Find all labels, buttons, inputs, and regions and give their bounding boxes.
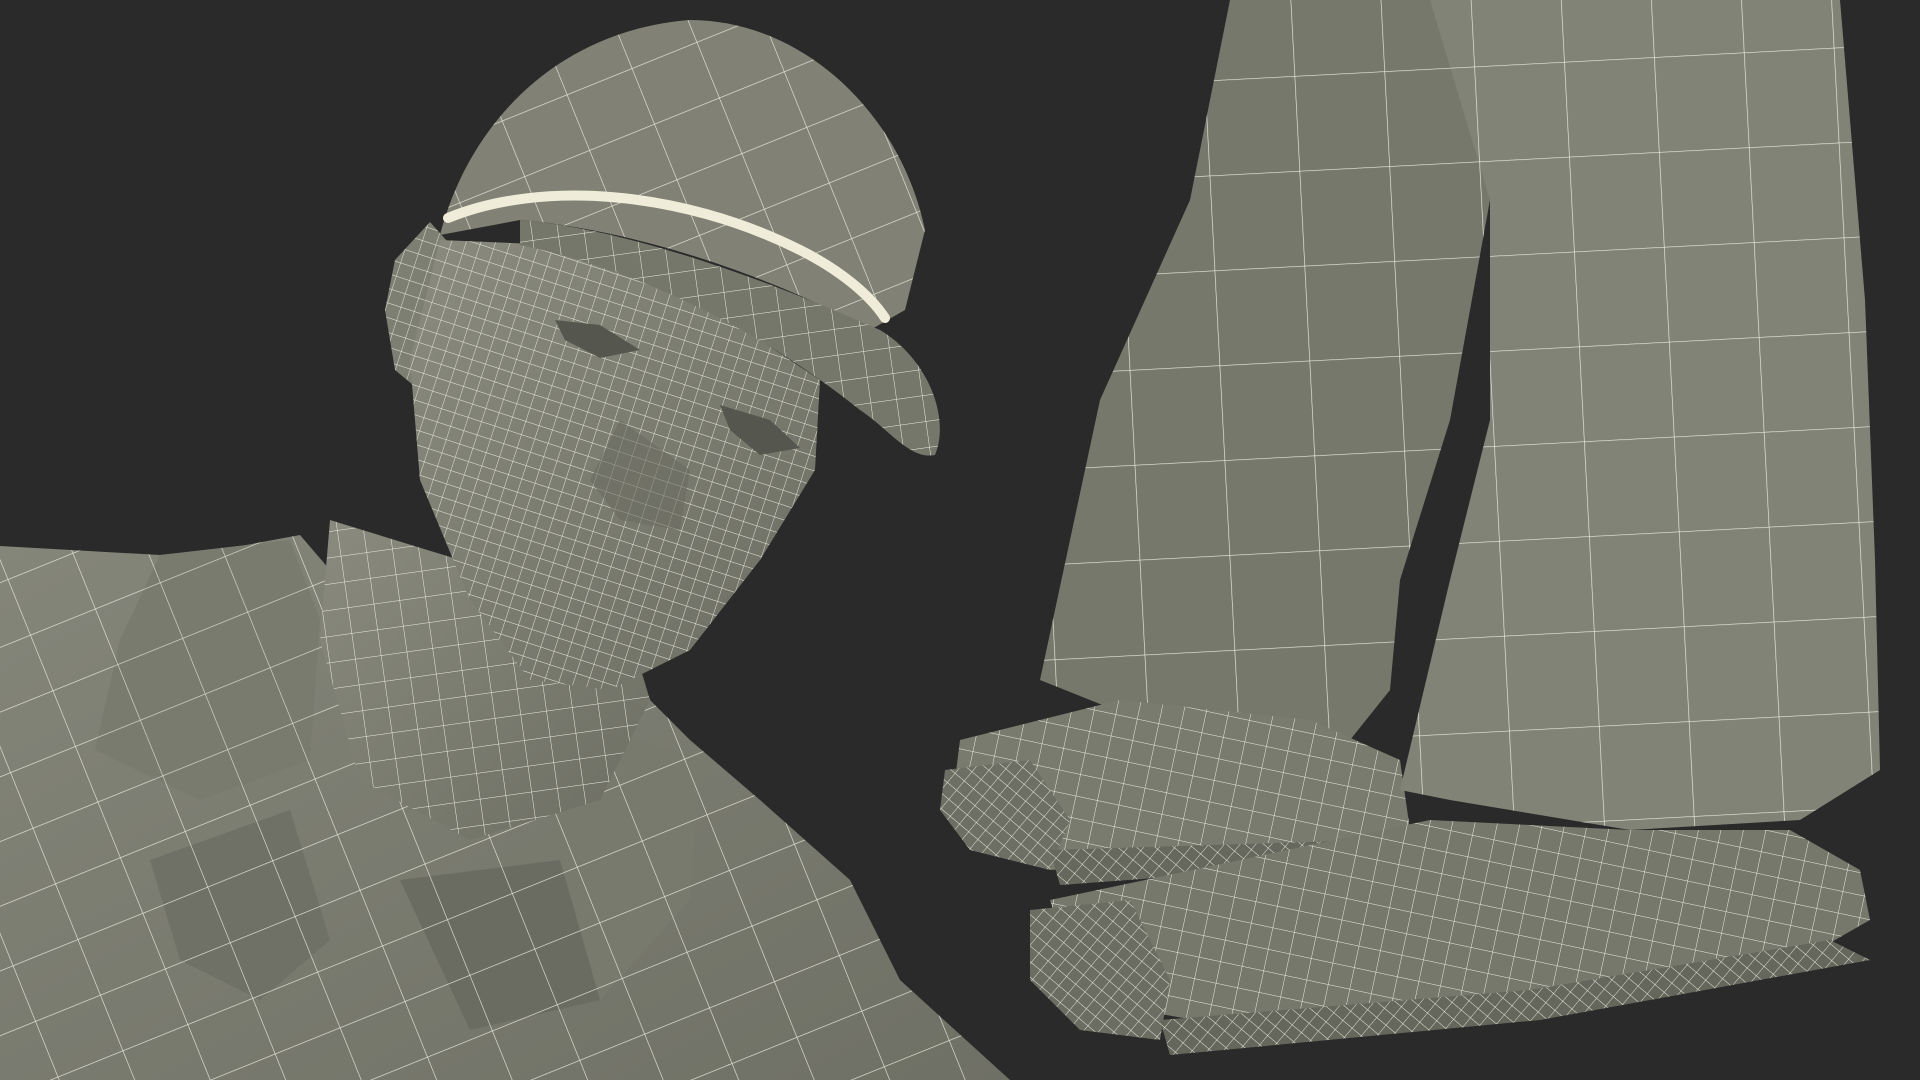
upper-body-render bbox=[0, 20, 1010, 1080]
right-trouser-leg bbox=[1400, 0, 1880, 830]
feet-render bbox=[940, 0, 1880, 1055]
render-viewport bbox=[0, 0, 1920, 1080]
left-trouser-leg bbox=[1040, 0, 1490, 740]
